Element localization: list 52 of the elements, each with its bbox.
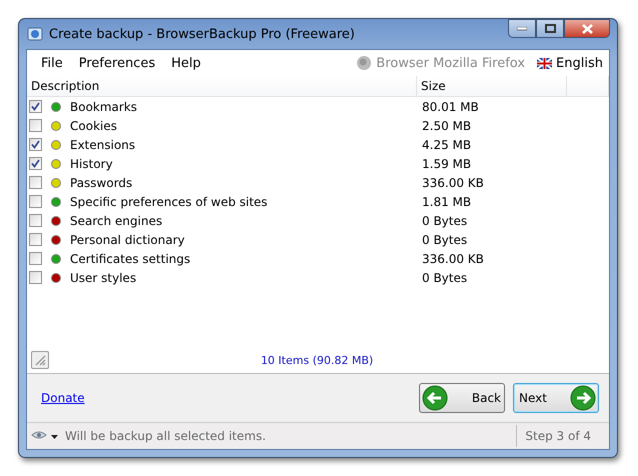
size-cell-text: 80.01 MB: [421, 100, 480, 114]
app-icon: [27, 26, 43, 42]
item-label: Search engines: [70, 214, 162, 228]
item-label: Personal dictionary: [70, 232, 185, 246]
items-summary: 10 Items (90.82 MB): [260, 354, 374, 366]
column-header[interactable]: Size: [417, 76, 567, 96]
size-cell-text: 4.25 MB: [421, 138, 472, 152]
step-indicator: Step 3 of 4: [516, 425, 609, 447]
item-label: Specific preferences of web sites: [70, 194, 268, 208]
window-title: Create backup - BrowserBackup Pro (Freeware): [49, 26, 355, 42]
checkbox[interactable]: [29, 157, 42, 170]
size-cell-text: 336.00 KB: [421, 176, 485, 190]
column-header[interactable]: Description: [27, 76, 417, 96]
size-cell-text: 0 Bytes: [421, 214, 468, 228]
size-cell-text: 336.00 KB: [421, 252, 485, 266]
next-button[interactable]: Next: [513, 383, 599, 413]
close-icon: [582, 24, 592, 34]
menu-item[interactable]: File: [33, 56, 71, 70]
language-selector[interactable]: English: [537, 56, 603, 70]
checkbox[interactable]: [29, 100, 42, 113]
item-label: Extensions: [70, 138, 136, 152]
maximize-button[interactable]: [536, 19, 564, 38]
minimize-icon: [517, 26, 527, 30]
checkbox[interactable]: [29, 271, 42, 284]
checkbox[interactable]: [29, 195, 42, 208]
checkbox[interactable]: [29, 176, 42, 189]
item-label: History: [70, 156, 113, 170]
minimize-button[interactable]: [508, 19, 536, 38]
resize-grip-icon[interactable]: [31, 351, 49, 369]
size-cell-text: 1.81 MB: [421, 194, 472, 208]
close-button[interactable]: [564, 19, 610, 38]
checkbox[interactable]: [29, 138, 42, 151]
status-message: Will be backup all selected items.: [65, 429, 266, 443]
back-button[interactable]: Back: [419, 383, 505, 413]
size-cell-text: 2.50 MB: [421, 118, 472, 132]
menu-item[interactable]: Help: [163, 56, 209, 70]
donate-link[interactable]: Donate: [41, 391, 85, 405]
item-label: Cookies: [70, 118, 117, 132]
checkbox[interactable]: [29, 119, 42, 132]
size-cell-text: 1.59 MB: [421, 156, 472, 170]
checkbox[interactable]: [29, 233, 42, 246]
item-label: Bookmarks: [70, 100, 138, 114]
item-label: Passwords: [70, 176, 132, 190]
item-label: User styles: [70, 270, 136, 284]
maximize-icon: [544, 24, 556, 33]
checkbox[interactable]: [29, 214, 42, 227]
flag-icon: [537, 58, 552, 68]
size-cell-text: 0 Bytes: [421, 232, 468, 246]
checkbox[interactable]: [29, 252, 42, 265]
size-cell-text: 0 Bytes: [421, 270, 468, 284]
menu-item[interactable]: Preferences: [70, 56, 164, 70]
item-label: Certificates settings: [70, 252, 190, 266]
